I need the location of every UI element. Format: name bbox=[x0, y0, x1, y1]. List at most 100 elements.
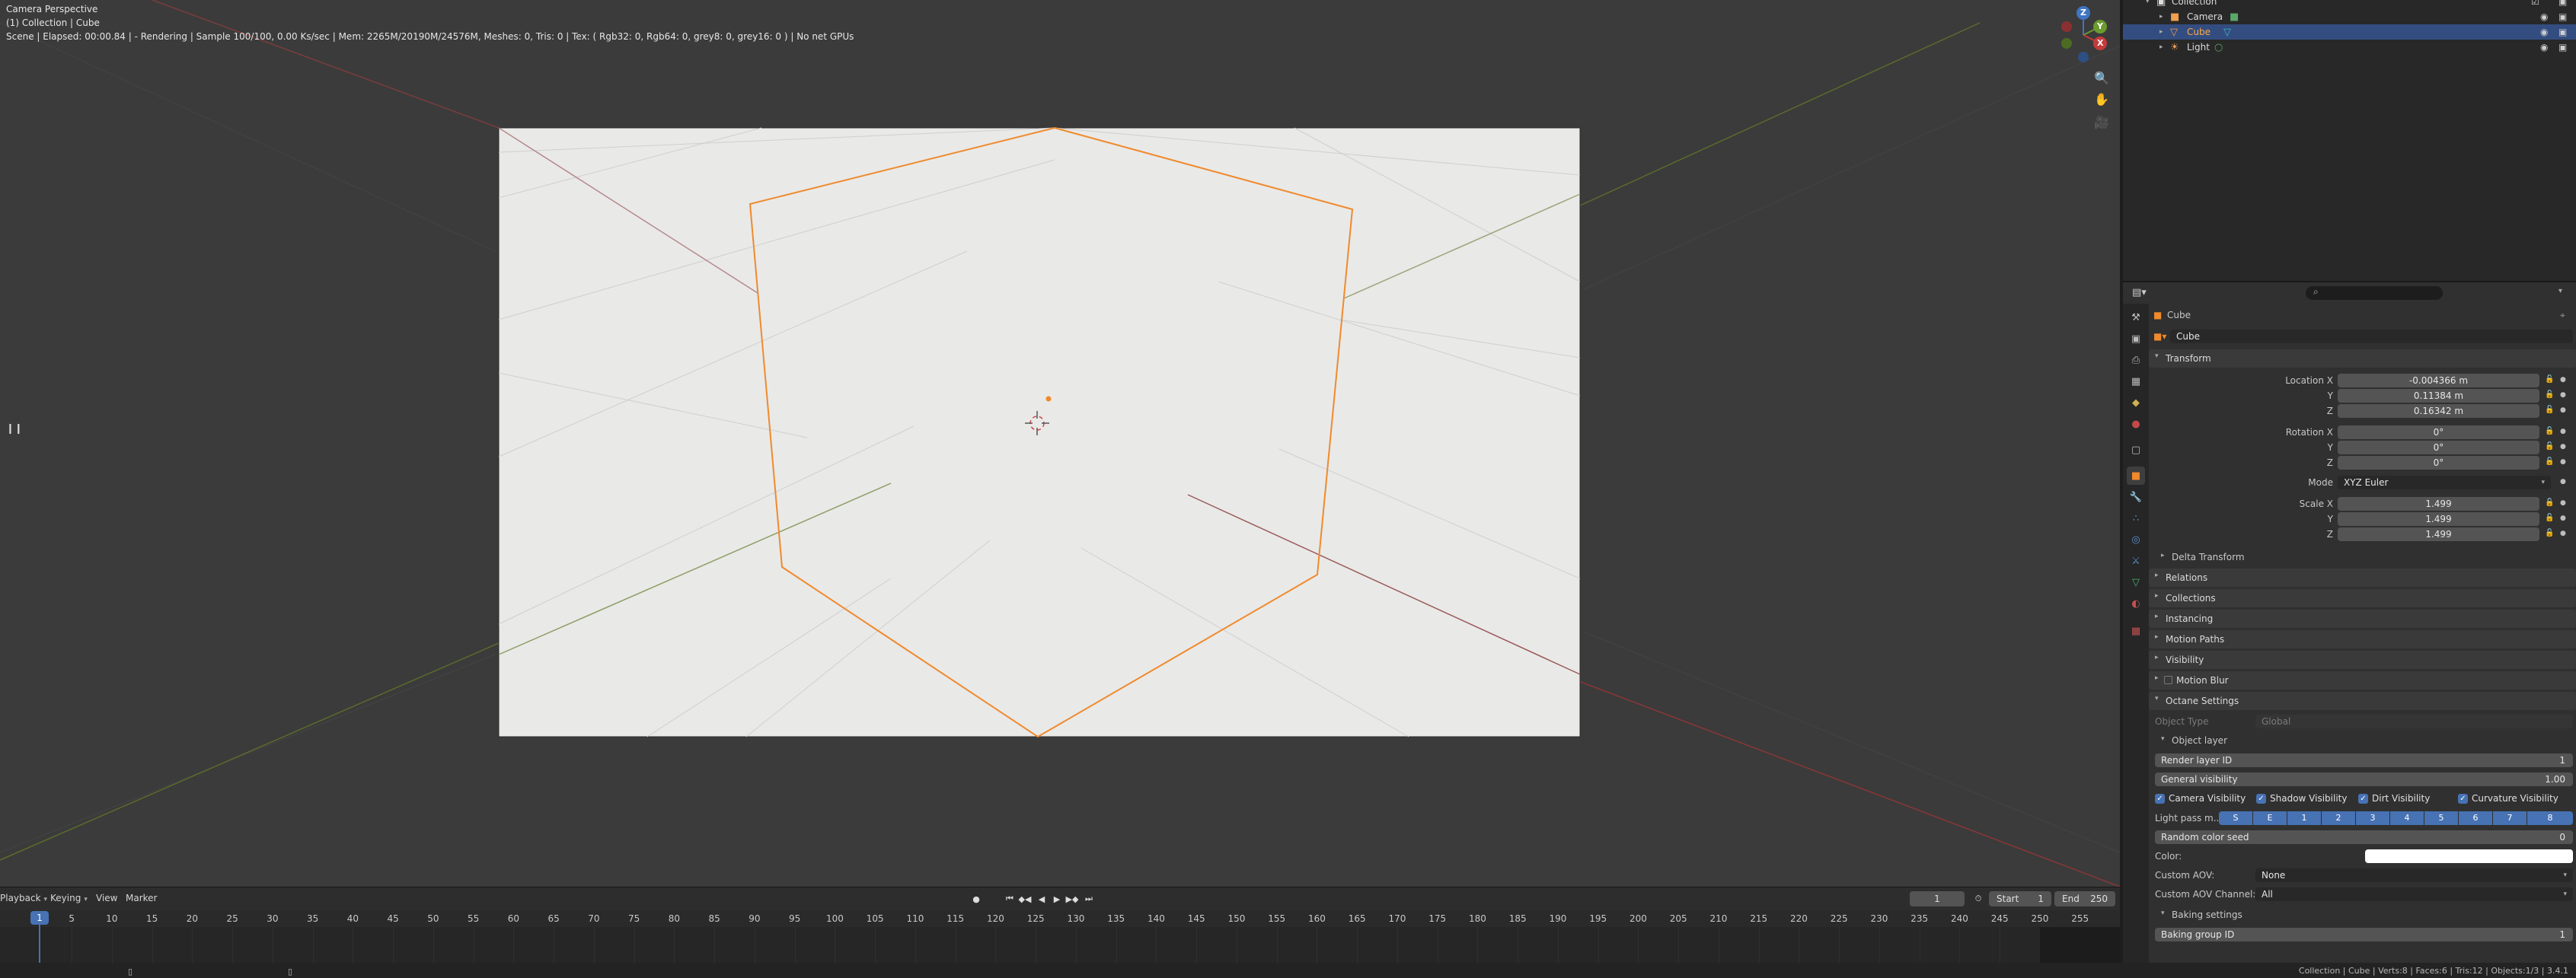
jump-end-icon[interactable]: ⏭ bbox=[1081, 892, 1096, 906]
camera-data-icon[interactable]: ■ bbox=[2230, 11, 2239, 23]
camera-view-icon[interactable]: 🎥 bbox=[2091, 111, 2112, 132]
eye-icon[interactable]: ◉ bbox=[2540, 42, 2548, 53]
ruler-tick-label[interactable]: 225 bbox=[1831, 913, 1848, 924]
menu-marker[interactable]: Marker bbox=[126, 893, 157, 903]
ruler-tick-label[interactable]: 230 bbox=[1870, 913, 1888, 924]
jump-start-icon[interactable]: ⏮ bbox=[1002, 892, 1017, 906]
motion-blur-checkbox[interactable] bbox=[2164, 676, 2172, 684]
ruler-tick-label[interactable]: 215 bbox=[1750, 913, 1767, 924]
ruler-tick-label[interactable]: 110 bbox=[906, 913, 924, 924]
ruler-tick-label[interactable]: 30 bbox=[267, 913, 278, 924]
chevron-down-icon[interactable]: ▾ bbox=[2146, 0, 2150, 5]
ruler-tick-label[interactable]: 155 bbox=[1268, 913, 1285, 924]
3d-viewport[interactable]: Z Y X Camera Perspective (1) Collection … bbox=[0, 0, 2120, 887]
ruler-tick-label[interactable]: 5 bbox=[69, 913, 75, 924]
ruler-tick-label[interactable]: 150 bbox=[1227, 913, 1245, 924]
random-color-seed-field[interactable]: Random color seed 0 bbox=[2155, 830, 2573, 844]
panel-octane-settings[interactable]: ▾ Octane Settings bbox=[2149, 692, 2576, 710]
keyframe-dot-icon[interactable]: ● bbox=[2560, 478, 2566, 486]
particles-tab-icon[interactable]: ∴ bbox=[2127, 509, 2145, 527]
ruler-tick-label[interactable]: 190 bbox=[1549, 913, 1566, 924]
properties-editor[interactable]: ▤▾ ⌕ ▾ ⚒ ▣ ⎙ ▦ ◆ ● ▢ ■ 🔧 ∴ ◎ ⚔ ▽ ◐ ▦ ■ C… bbox=[2123, 281, 2576, 978]
hand-pan-icon[interactable]: ✋ bbox=[2091, 88, 2112, 110]
camera-render-icon[interactable]: ▣ bbox=[2558, 11, 2567, 22]
light-pass-3-button[interactable]: 3 bbox=[2356, 811, 2389, 825]
ruler-tick-label[interactable]: 100 bbox=[826, 913, 844, 924]
constraints-tab-icon[interactable]: ⚔ bbox=[2127, 552, 2145, 570]
light-pass-2-button[interactable]: 2 bbox=[2322, 811, 2355, 825]
ruler-tick-label[interactable]: 10 bbox=[106, 913, 117, 924]
output-tab-icon[interactable]: ⎙ bbox=[2127, 351, 2145, 369]
properties-search-input[interactable]: ⌕ bbox=[2306, 286, 2443, 300]
ruler-tick-label[interactable]: 60 bbox=[508, 913, 519, 924]
data-tab-icon[interactable]: ▽ bbox=[2127, 573, 2145, 591]
custom-aov-channel-select[interactable]: All ▾ bbox=[2255, 887, 2573, 901]
ruler-tick-label[interactable]: 160 bbox=[1308, 913, 1326, 924]
light-pass-8-button[interactable]: 8 bbox=[2527, 811, 2573, 825]
panel-motion-blur[interactable]: ▸ Motion Blur bbox=[2149, 671, 2576, 690]
ruler-tick-label[interactable]: 245 bbox=[1991, 913, 2009, 924]
ruler-tick-label[interactable]: 90 bbox=[749, 913, 760, 924]
dirt-visibility-checkbox[interactable]: ✓ bbox=[2358, 794, 2368, 804]
keyframe-dot-icon[interactable]: ● bbox=[2560, 391, 2566, 399]
ruler-tick-label[interactable]: 220 bbox=[1790, 913, 1808, 924]
render-tab-icon[interactable]: ▣ bbox=[2127, 330, 2145, 348]
physics-tab-icon[interactable]: ◎ bbox=[2127, 530, 2145, 549]
ruler-tick-label[interactable]: 75 bbox=[628, 913, 640, 924]
ruler-tick-label[interactable]: 200 bbox=[1630, 913, 1647, 924]
lock-icon[interactable]: 🔓 bbox=[2545, 427, 2554, 435]
object-name-field[interactable]: Cube bbox=[2170, 330, 2573, 343]
light-pass-1-button[interactable]: 1 bbox=[2287, 811, 2321, 825]
outliner-empty-area[interactable] bbox=[2123, 56, 2576, 281]
light-pass-5-button[interactable]: 5 bbox=[2424, 811, 2458, 825]
ruler-tick-label[interactable]: 140 bbox=[1148, 913, 1165, 924]
clock-icon[interactable]: ⏱ bbox=[1971, 892, 1986, 906]
location-x-field[interactable]: -0.004366 m bbox=[2338, 374, 2539, 387]
ruler-tick-label[interactable]: 70 bbox=[588, 913, 599, 924]
checkbox-icon[interactable]: ☑ bbox=[2531, 0, 2539, 7]
lock-icon[interactable]: 🔓 bbox=[2545, 499, 2554, 507]
toolbar-handle-icon[interactable]: ❙❙ bbox=[6, 423, 23, 437]
panel-motion-paths[interactable]: ▸ Motion Paths bbox=[2149, 630, 2576, 648]
camera-visibility-checkbox[interactable]: ✓ bbox=[2155, 794, 2165, 804]
menu-keying[interactable]: Keying ▾ bbox=[50, 893, 88, 903]
mesh-data-icon[interactable]: ▽ bbox=[2223, 27, 2231, 38]
subpanel-object-layer[interactable]: ▾ Object layer bbox=[2155, 732, 2570, 749]
editor-type-icon[interactable]: ▤▾ bbox=[2132, 287, 2147, 298]
eye-icon[interactable]: ◉ bbox=[2540, 11, 2548, 22]
outliner-row-cube[interactable]: ▸ ▽ Cube ▽ ◉ ▣ bbox=[2123, 24, 2576, 40]
lock-icon[interactable]: 🔓 bbox=[2545, 529, 2554, 537]
panel-visibility[interactable]: ▸ Visibility bbox=[2149, 651, 2576, 669]
panel-instancing[interactable]: ▸ Instancing bbox=[2149, 610, 2576, 628]
light-pass-s-button[interactable]: S bbox=[2219, 811, 2252, 825]
prev-keyframe-icon[interactable]: ◆◀ bbox=[1017, 892, 1033, 906]
ruler-tick-label[interactable]: 65 bbox=[548, 913, 560, 924]
panel-transform[interactable]: ▾ Transform bbox=[2149, 349, 2576, 368]
keyframe-dot-icon[interactable]: ● bbox=[2560, 499, 2566, 507]
keyframe-dot-icon[interactable]: ● bbox=[2560, 443, 2566, 451]
render-layer-id-field[interactable]: Render layer ID 1 bbox=[2155, 753, 2573, 767]
lock-icon[interactable]: 🔓 bbox=[2545, 406, 2554, 414]
eye-icon[interactable]: ◉ bbox=[2540, 27, 2548, 37]
record-icon[interactable]: ● bbox=[969, 892, 984, 906]
light-pass-e-button[interactable]: E bbox=[2253, 811, 2287, 825]
outliner-row-light[interactable]: ▸ ☀ Light ○ ◉ ▣ bbox=[2123, 40, 2576, 55]
play-reverse-icon[interactable]: ◀ bbox=[1034, 892, 1049, 906]
ruler-tick-label[interactable]: 185 bbox=[1509, 913, 1527, 924]
next-keyframe-icon[interactable]: ▶◆ bbox=[1065, 892, 1080, 906]
collection-tab-icon[interactable]: ▢ bbox=[2127, 441, 2145, 459]
rotation-x-field[interactable]: 0° bbox=[2338, 425, 2539, 439]
lock-icon[interactable]: 🔓 bbox=[2545, 514, 2554, 522]
ruler-tick-label[interactable]: 130 bbox=[1067, 913, 1084, 924]
scale-x-field[interactable]: 1.499 bbox=[2338, 497, 2539, 511]
location-z-field[interactable]: 0.16342 m bbox=[2338, 404, 2539, 418]
rotation-mode-select[interactable]: XYZ Euler ▾ bbox=[2338, 476, 2551, 489]
ruler-tick-label[interactable]: 115 bbox=[946, 913, 964, 924]
pin-icon[interactable]: ⌖ bbox=[2560, 310, 2565, 321]
scale-z-field[interactable]: 1.499 bbox=[2338, 527, 2539, 541]
start-frame-field[interactable]: Start 1 bbox=[1989, 891, 2051, 906]
scale-y-field[interactable]: 1.499 bbox=[2338, 512, 2539, 526]
object-tab-icon[interactable]: ■ bbox=[2127, 467, 2145, 485]
gizmo-z-label[interactable]: Z bbox=[2080, 8, 2086, 18]
curvature-visibility-checkbox[interactable]: ✓ bbox=[2458, 794, 2468, 804]
